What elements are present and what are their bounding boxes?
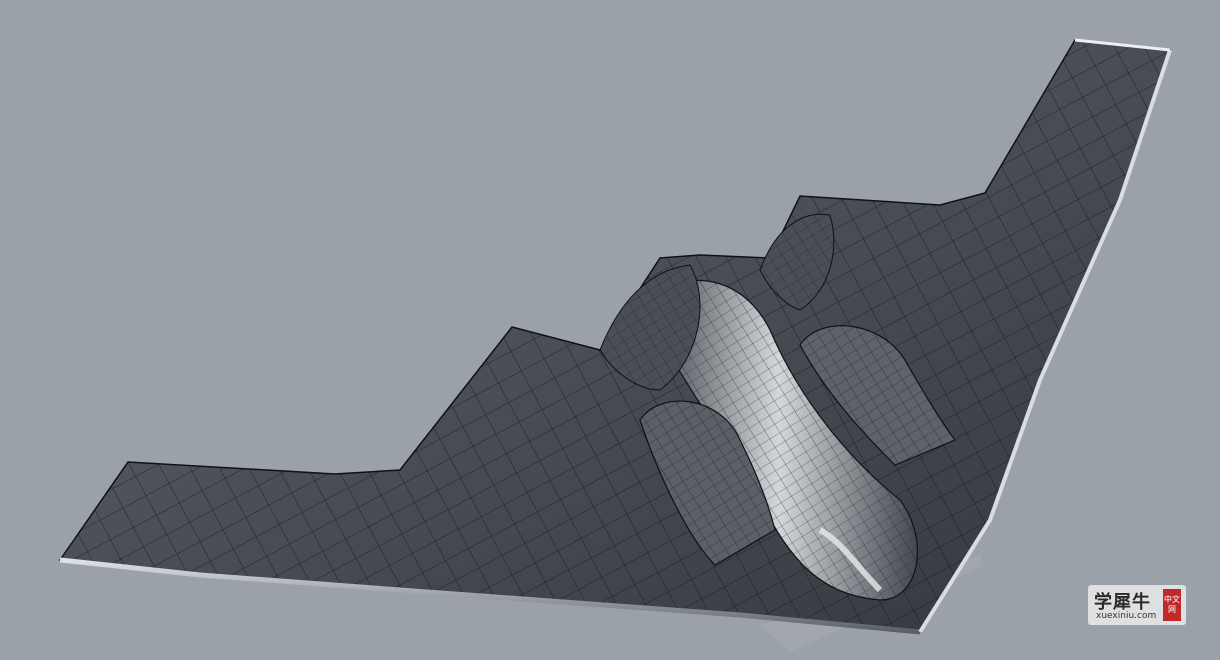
watermark-url: xuexiniu.com — [1096, 611, 1157, 621]
watermark-badge: 中文网 — [1163, 589, 1181, 621]
bomber-model — [58, 38, 1172, 652]
watermark-logo: 学犀牛 中文网 xuexiniu.com — [1088, 585, 1186, 625]
3d-viewport[interactable]: 学犀牛 中文网 xuexiniu.com — [0, 0, 1220, 660]
